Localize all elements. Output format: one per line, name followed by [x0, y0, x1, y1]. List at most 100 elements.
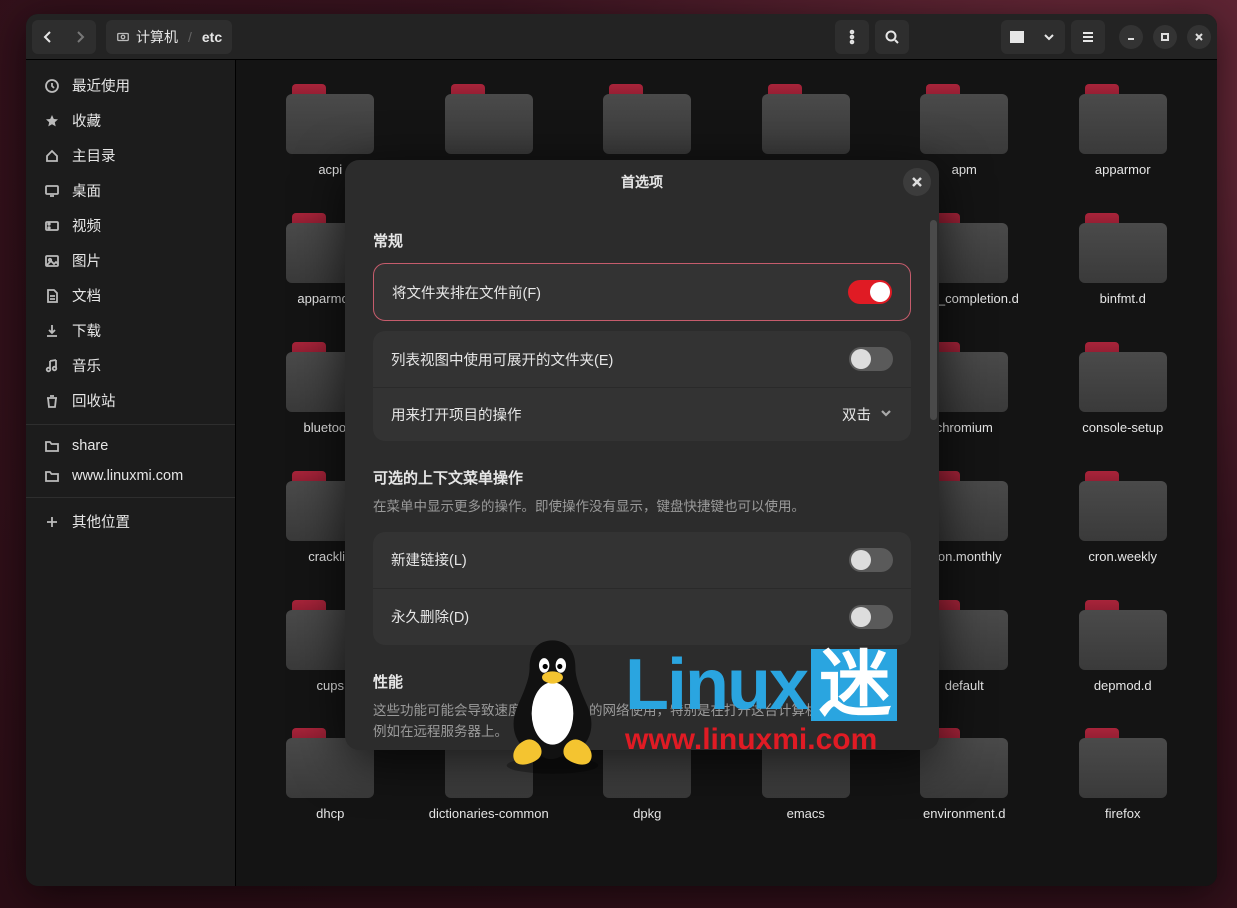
- folder-icon: [762, 84, 850, 154]
- sidebar-item-folder[interactable]: www.linuxmi.com: [26, 461, 235, 491]
- folder-icon: [1079, 600, 1167, 670]
- dialog-body[interactable]: 常规 将文件夹排在文件前(F) 列表视图中使用可展开的文件夹(E) 用来打开项目…: [345, 204, 939, 750]
- sidebar-item-plus[interactable]: 其他位置: [26, 504, 235, 539]
- dialog-close-button[interactable]: [903, 168, 931, 196]
- pref-sort-folders-first[interactable]: 将文件夹排在文件前(F): [374, 264, 910, 320]
- view-switcher: [1001, 20, 1065, 54]
- minimize-button[interactable]: [1119, 25, 1143, 49]
- folder-label: cron.weekly: [1088, 549, 1157, 566]
- sidebar-item-label: 图片: [72, 250, 101, 271]
- pref-group-general-1: 将文件夹排在文件前(F): [373, 263, 911, 321]
- path-root[interactable]: 计算机: [116, 27, 178, 47]
- trash-icon: [44, 393, 60, 409]
- titlebar: 计算机 / etc: [26, 14, 1217, 60]
- sidebar-item-download[interactable]: 下载: [26, 313, 235, 348]
- close-button[interactable]: [1187, 25, 1211, 49]
- folder-label: acpi: [318, 162, 342, 179]
- dialog-header: 首选项: [345, 160, 939, 204]
- toggle-sort-folders-first[interactable]: [848, 280, 892, 304]
- dialog-title: 首选项: [621, 172, 663, 192]
- toggle-create-link[interactable]: [849, 548, 893, 572]
- path-segment[interactable]: etc: [202, 29, 222, 45]
- folder-label: console-setup: [1082, 420, 1163, 437]
- folder-label: apm: [952, 162, 977, 179]
- sidebar-item-video[interactable]: 视频: [26, 208, 235, 243]
- pref-create-link[interactable]: 新建链接(L): [373, 532, 911, 589]
- folder-label: dhcp: [316, 806, 344, 823]
- folder-label: cups: [317, 678, 344, 695]
- toggle-delete-permanent[interactable]: [849, 605, 893, 629]
- list-view-button[interactable]: [1001, 20, 1033, 54]
- folder-icon: [1079, 471, 1167, 541]
- sidebar-item-image[interactable]: 图片: [26, 243, 235, 278]
- desktop-icon: [44, 183, 60, 199]
- folder-icon: [44, 468, 60, 484]
- chevron-down-icon: [879, 406, 893, 424]
- folder-item[interactable]: depmod.d: [1049, 596, 1198, 699]
- folder-icon: [1079, 84, 1167, 154]
- folder-label: environment.d: [923, 806, 1005, 823]
- folder-label: dpkg: [633, 806, 661, 823]
- music-icon: [44, 358, 60, 374]
- pref-group-general-2: 列表视图中使用可展开的文件夹(E) 用来打开项目的操作 双击: [373, 331, 911, 441]
- sidebar-item-folder[interactable]: share: [26, 431, 235, 461]
- folder-item[interactable]: console-setup: [1049, 338, 1198, 441]
- sidebar: 最近使用收藏主目录桌面视频图片文档下载音乐回收站 share www.linuxmi…: [26, 60, 236, 886]
- hamburger-menu-button[interactable]: [1071, 20, 1105, 54]
- folder-label: firefox: [1105, 806, 1140, 823]
- view-dropdown[interactable]: [1033, 20, 1065, 54]
- sidebar-item-doc[interactable]: 文档: [26, 278, 235, 313]
- sidebar-item-label: 收藏: [72, 110, 101, 131]
- sidebar-item-music[interactable]: 音乐: [26, 348, 235, 383]
- doc-icon: [44, 288, 60, 304]
- folder-label: apparmor: [1095, 162, 1151, 179]
- section-performance-title: 性能: [373, 671, 911, 692]
- window-controls: [1119, 25, 1211, 49]
- sidebar-item-label: 文档: [72, 285, 101, 306]
- folder-icon: [1079, 342, 1167, 412]
- plus-icon: [44, 514, 60, 530]
- section-general-title: 常规: [373, 230, 911, 251]
- sidebar-item-clock[interactable]: 最近使用: [26, 68, 235, 103]
- sidebar-item-label: 下载: [72, 320, 101, 341]
- star-icon: [44, 113, 60, 129]
- back-button[interactable]: [32, 20, 64, 54]
- pref-delete-permanent[interactable]: 永久删除(D): [373, 589, 911, 645]
- sidebar-item-label: 最近使用: [72, 75, 130, 96]
- folder-label: binfmt.d: [1100, 291, 1146, 308]
- sidebar-item-trash[interactable]: 回收站: [26, 383, 235, 418]
- forward-button[interactable]: [64, 20, 96, 54]
- kebab-menu-button[interactable]: [835, 20, 869, 54]
- sidebar-item-label: 其他位置: [72, 511, 130, 532]
- toggle-expandable-folders[interactable]: [849, 347, 893, 371]
- sidebar-item-star[interactable]: 收藏: [26, 103, 235, 138]
- preferences-dialog: 首选项 常规 将文件夹排在文件前(F) 列表视图中使用可展开的文件夹(E) 用来…: [345, 160, 939, 750]
- sidebar-item-desktop[interactable]: 桌面: [26, 173, 235, 208]
- dialog-scrollbar[interactable]: [930, 220, 937, 420]
- path-separator: /: [188, 29, 192, 45]
- folder-item[interactable]: firefox: [1049, 724, 1198, 827]
- folder-label: depmod.d: [1094, 678, 1152, 695]
- image-icon: [44, 253, 60, 269]
- path-bar[interactable]: 计算机 / etc: [106, 20, 232, 54]
- sidebar-item-label: 回收站: [72, 390, 116, 411]
- pref-expandable-folders[interactable]: 列表视图中使用可展开的文件夹(E): [373, 331, 911, 388]
- folder-label: dictionaries-common: [429, 806, 549, 823]
- search-button[interactable]: [875, 20, 909, 54]
- pref-open-action[interactable]: 用来打开项目的操作 双击: [373, 388, 911, 441]
- folder-icon: [603, 84, 691, 154]
- section-performance-sub: 这些功能可能会导致速度减慢和过多的网络使用，特别是在打开这台计算机外的文件时，例…: [373, 700, 911, 743]
- folder-item[interactable]: binfmt.d: [1049, 209, 1198, 312]
- sidebar-item-label: share: [72, 438, 108, 454]
- folder-label: default: [945, 678, 984, 695]
- clock-icon: [44, 78, 60, 94]
- video-icon: [44, 218, 60, 234]
- pref-group-context: 新建链接(L) 永久删除(D): [373, 532, 911, 645]
- sidebar-item-label: www.linuxmi.com: [72, 468, 183, 484]
- maximize-button[interactable]: [1153, 25, 1177, 49]
- folder-item[interactable]: cron.weekly: [1049, 467, 1198, 570]
- sidebar-item-home[interactable]: 主目录: [26, 138, 235, 173]
- folder-label: chromium: [936, 420, 993, 437]
- folder-item[interactable]: apparmor: [1049, 80, 1198, 183]
- path-root-label: 计算机: [136, 27, 178, 47]
